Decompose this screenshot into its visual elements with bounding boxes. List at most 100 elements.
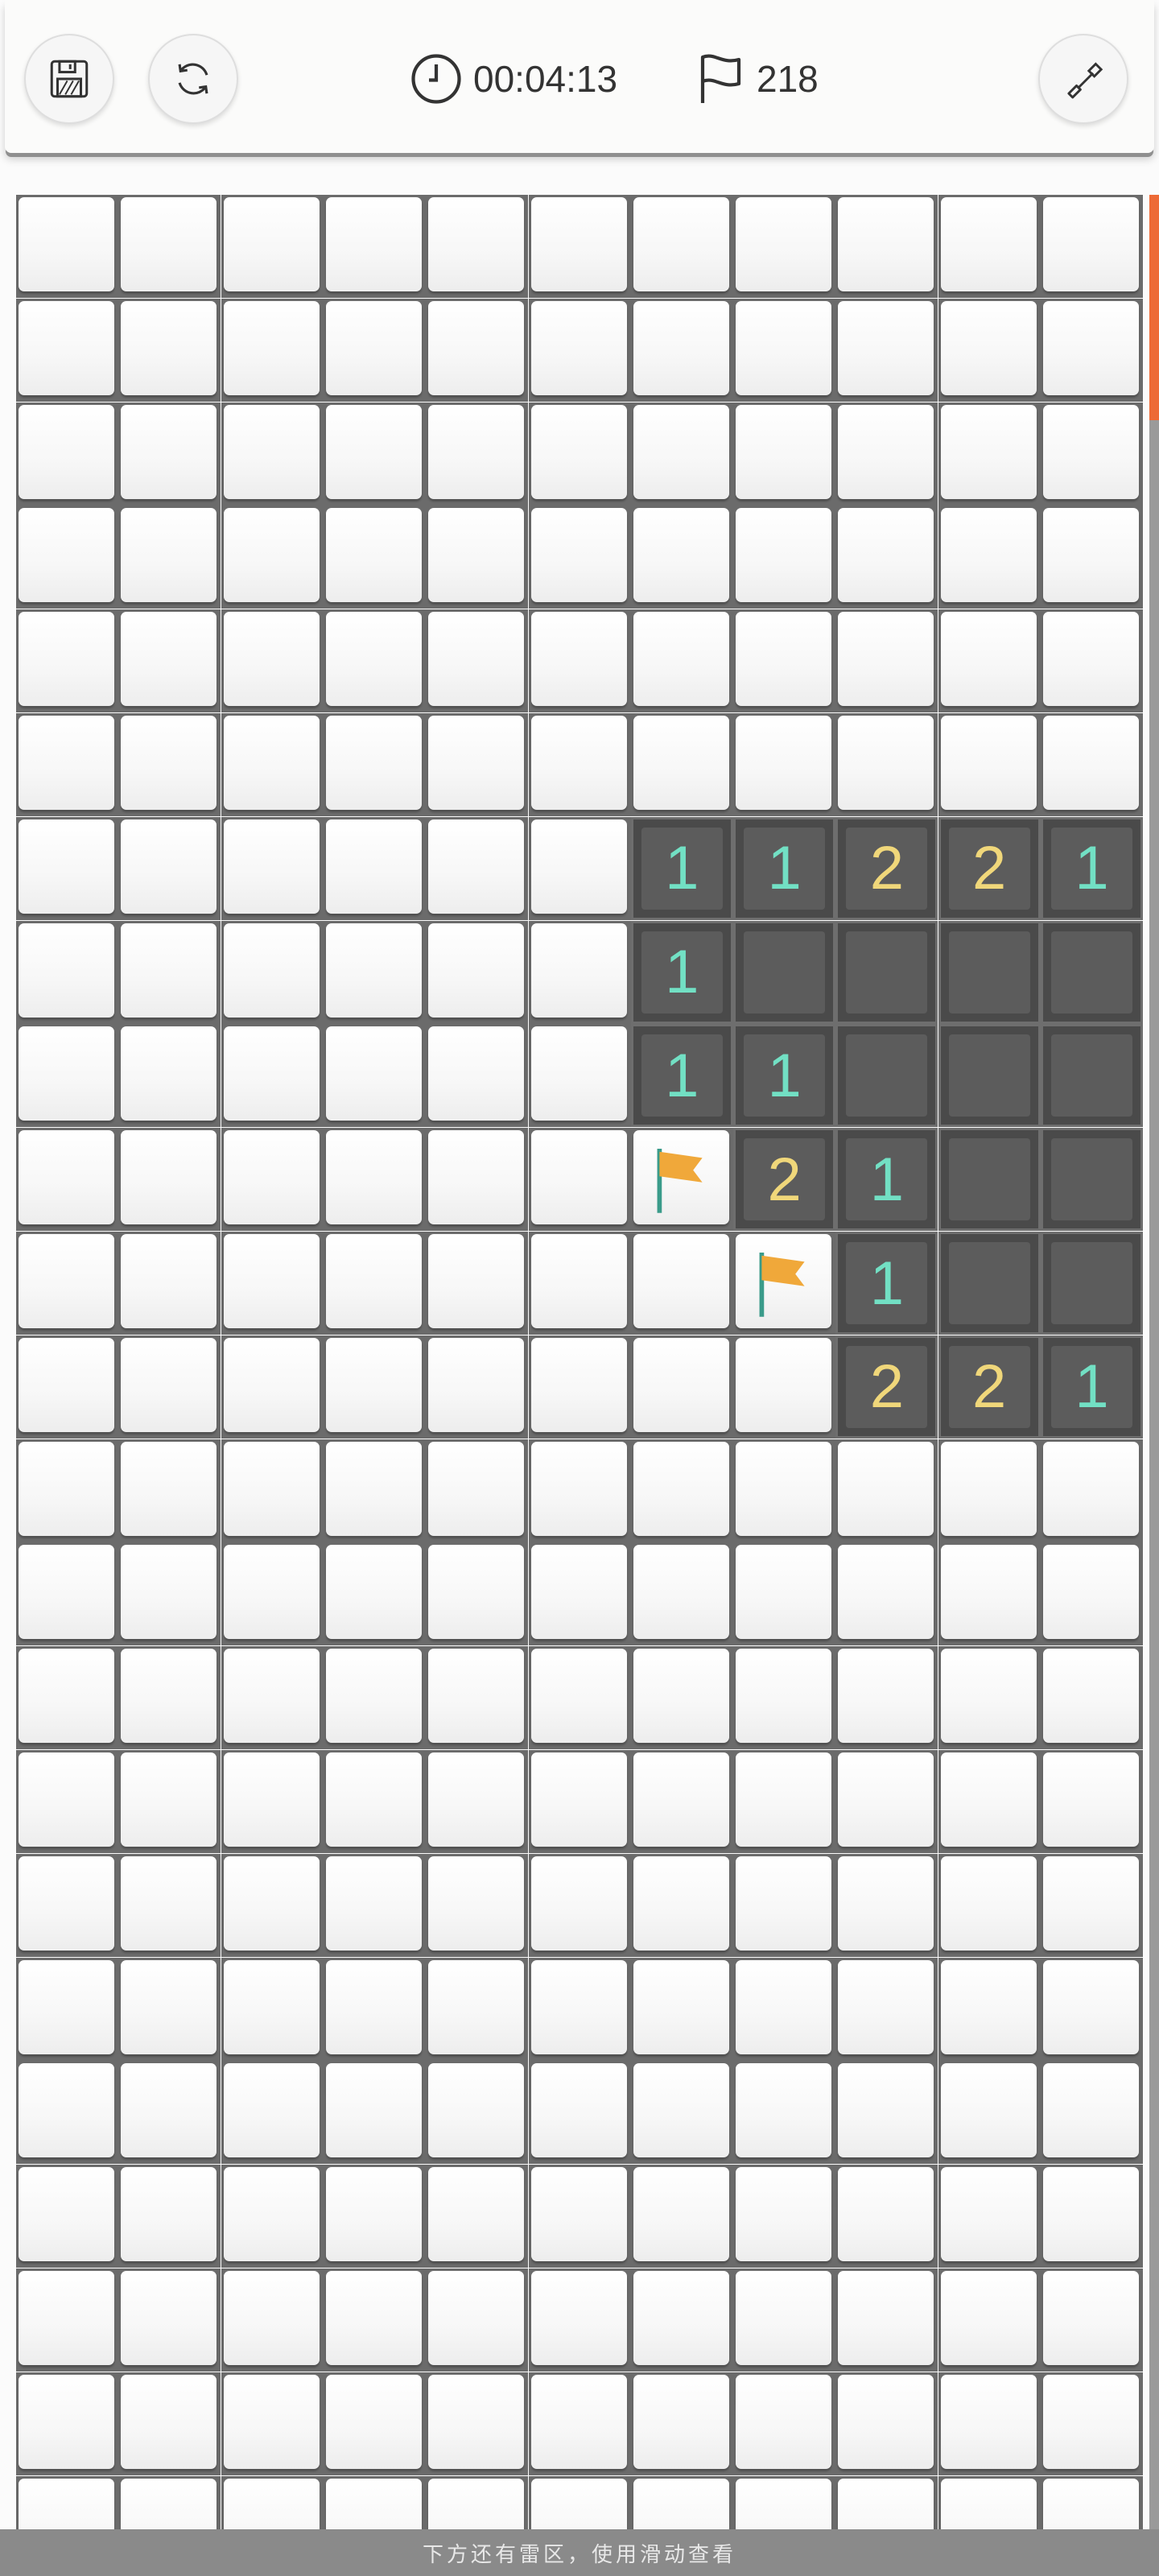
covered-cell[interactable] bbox=[221, 1439, 324, 1542]
covered-cell[interactable] bbox=[426, 609, 529, 713]
covered-cell[interactable] bbox=[733, 195, 836, 298]
covered-cell[interactable] bbox=[1041, 298, 1143, 402]
covered-cell[interactable] bbox=[630, 1957, 733, 2061]
covered-cell[interactable] bbox=[16, 2165, 118, 2268]
covered-cell[interactable] bbox=[1041, 2268, 1143, 2372]
covered-cell[interactable] bbox=[528, 1750, 631, 1853]
covered-cell[interactable] bbox=[323, 298, 426, 402]
covered-cell[interactable] bbox=[938, 1439, 1041, 1542]
covered-cell[interactable] bbox=[16, 816, 118, 920]
covered-cell[interactable] bbox=[16, 2372, 118, 2475]
covered-cell[interactable] bbox=[630, 1232, 733, 1335]
covered-cell[interactable] bbox=[426, 195, 529, 298]
restart-button[interactable] bbox=[148, 34, 238, 124]
covered-cell[interactable] bbox=[426, 1024, 529, 1128]
covered-cell[interactable] bbox=[528, 1542, 631, 1646]
empty-cell[interactable] bbox=[733, 920, 836, 1024]
covered-cell[interactable] bbox=[733, 713, 836, 816]
covered-cell[interactable] bbox=[323, 1439, 426, 1542]
covered-cell[interactable] bbox=[835, 2061, 938, 2165]
covered-cell[interactable] bbox=[835, 2268, 938, 2372]
covered-cell[interactable] bbox=[221, 298, 324, 402]
covered-cell[interactable] bbox=[221, 1750, 324, 1853]
covered-cell[interactable] bbox=[221, 402, 324, 506]
covered-cell[interactable] bbox=[221, 609, 324, 713]
covered-cell[interactable] bbox=[733, 1335, 836, 1439]
covered-cell[interactable] bbox=[835, 298, 938, 402]
covered-cell[interactable] bbox=[118, 1232, 221, 1335]
covered-cell[interactable] bbox=[528, 2061, 631, 2165]
covered-cell[interactable] bbox=[221, 1128, 324, 1232]
covered-cell[interactable] bbox=[118, 2268, 221, 2372]
covered-cell[interactable] bbox=[323, 2061, 426, 2165]
covered-cell[interactable] bbox=[733, 1750, 836, 1853]
covered-cell[interactable] bbox=[733, 2268, 836, 2372]
covered-cell[interactable] bbox=[1041, 2165, 1143, 2268]
covered-cell[interactable] bbox=[426, 1232, 529, 1335]
covered-cell[interactable] bbox=[16, 1853, 118, 1957]
covered-cell[interactable] bbox=[528, 195, 631, 298]
covered-cell[interactable] bbox=[1041, 609, 1143, 713]
covered-cell[interactable] bbox=[426, 1750, 529, 1853]
covered-cell[interactable] bbox=[221, 1646, 324, 1750]
covered-cell[interactable] bbox=[118, 1128, 221, 1232]
covered-cell[interactable] bbox=[16, 506, 118, 609]
covered-cell[interactable] bbox=[528, 2165, 631, 2268]
covered-cell[interactable] bbox=[1041, 1750, 1143, 1853]
covered-cell[interactable] bbox=[221, 920, 324, 1024]
covered-cell[interactable] bbox=[16, 920, 118, 1024]
covered-cell[interactable] bbox=[323, 506, 426, 609]
empty-cell[interactable] bbox=[835, 920, 938, 1024]
covered-cell[interactable] bbox=[938, 1542, 1041, 1646]
covered-cell[interactable] bbox=[733, 1646, 836, 1750]
covered-cell[interactable] bbox=[835, 1957, 938, 2061]
covered-cell[interactable] bbox=[938, 1750, 1041, 1853]
covered-cell[interactable] bbox=[323, 1542, 426, 1646]
covered-cell[interactable] bbox=[1041, 1853, 1143, 1957]
covered-cell[interactable] bbox=[733, 1439, 836, 1542]
covered-cell[interactable] bbox=[835, 713, 938, 816]
covered-cell[interactable] bbox=[118, 195, 221, 298]
covered-cell[interactable] bbox=[118, 506, 221, 609]
covered-cell[interactable] bbox=[630, 2165, 733, 2268]
number-cell[interactable]: 1 bbox=[1041, 1335, 1143, 1439]
covered-cell[interactable] bbox=[221, 1542, 324, 1646]
covered-cell[interactable] bbox=[528, 713, 631, 816]
covered-cell[interactable] bbox=[733, 1542, 836, 1646]
covered-cell[interactable] bbox=[16, 1128, 118, 1232]
covered-cell[interactable] bbox=[835, 1542, 938, 1646]
covered-cell[interactable] bbox=[118, 1024, 221, 1128]
covered-cell[interactable] bbox=[426, 2165, 529, 2268]
covered-cell[interactable] bbox=[16, 2475, 118, 2529]
covered-cell[interactable] bbox=[118, 920, 221, 1024]
covered-cell[interactable] bbox=[118, 609, 221, 713]
covered-cell[interactable] bbox=[323, 1853, 426, 1957]
covered-cell[interactable] bbox=[426, 1439, 529, 1542]
covered-cell[interactable] bbox=[16, 713, 118, 816]
covered-cell[interactable] bbox=[16, 1957, 118, 2061]
dig-mode-button[interactable] bbox=[1038, 34, 1128, 124]
covered-cell[interactable] bbox=[733, 298, 836, 402]
covered-cell[interactable] bbox=[221, 816, 324, 920]
covered-cell[interactable] bbox=[938, 506, 1041, 609]
covered-cell[interactable] bbox=[118, 2475, 221, 2529]
covered-cell[interactable] bbox=[938, 2268, 1041, 2372]
covered-cell[interactable] bbox=[16, 2268, 118, 2372]
number-cell[interactable]: 2 bbox=[835, 1335, 938, 1439]
covered-cell[interactable] bbox=[1041, 1439, 1143, 1542]
covered-cell[interactable] bbox=[1041, 506, 1143, 609]
covered-cell[interactable] bbox=[118, 2165, 221, 2268]
number-cell[interactable]: 2 bbox=[733, 1128, 836, 1232]
covered-cell[interactable] bbox=[835, 195, 938, 298]
covered-cell[interactable] bbox=[16, 609, 118, 713]
scrollbar-thumb[interactable] bbox=[1149, 195, 1159, 420]
covered-cell[interactable] bbox=[16, 1750, 118, 1853]
covered-cell[interactable] bbox=[221, 2268, 324, 2372]
covered-cell[interactable] bbox=[323, 2268, 426, 2372]
covered-cell[interactable] bbox=[426, 816, 529, 920]
covered-cell[interactable] bbox=[630, 506, 733, 609]
covered-cell[interactable] bbox=[630, 402, 733, 506]
covered-cell[interactable] bbox=[528, 1128, 631, 1232]
covered-cell[interactable] bbox=[221, 195, 324, 298]
covered-cell[interactable] bbox=[16, 1232, 118, 1335]
